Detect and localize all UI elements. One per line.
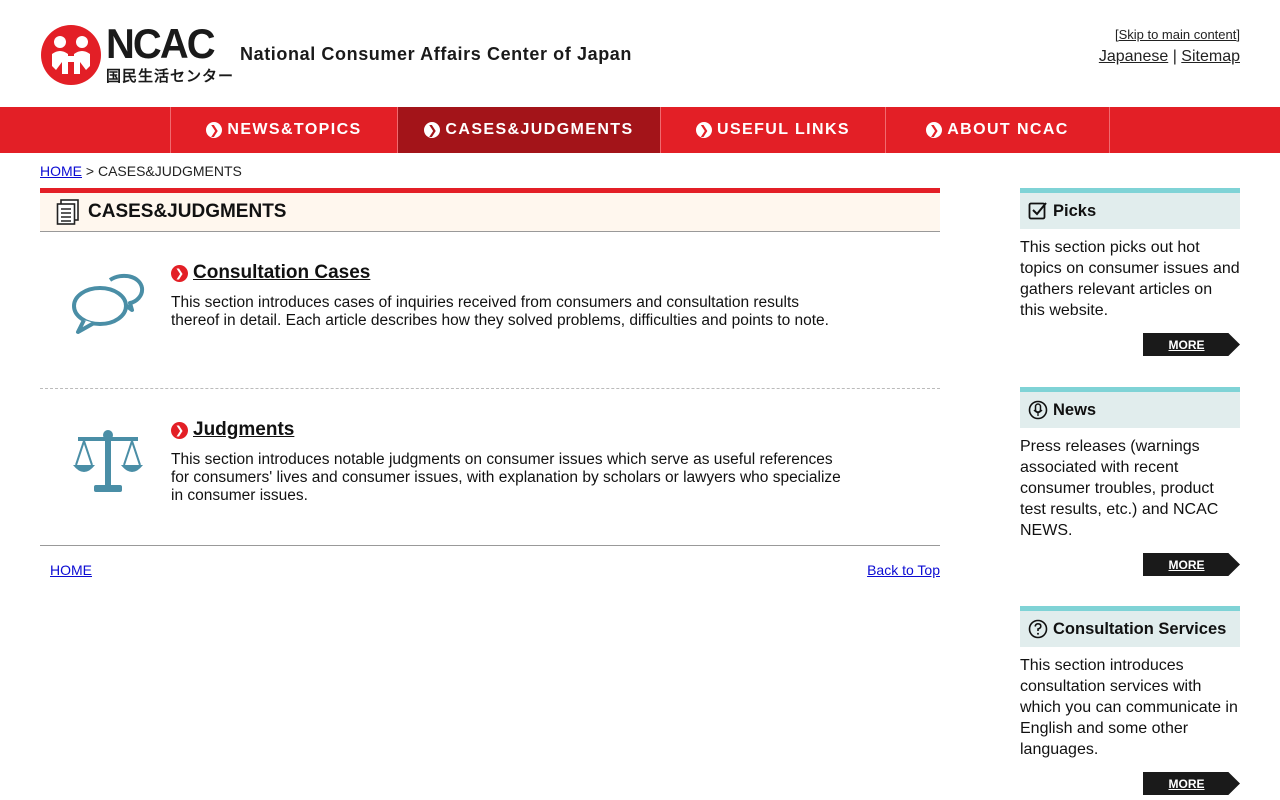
entry-title: ❯ Consultation Cases xyxy=(171,262,370,284)
skip-to-main-link[interactable]: Skip to main content xyxy=(1119,27,1237,42)
box-title: News xyxy=(1053,400,1097,419)
organization-name: National Consumer Affairs Center of Japa… xyxy=(240,44,632,64)
nav-label: ABOUT NCAC xyxy=(947,121,1069,138)
box-heading: Picks xyxy=(1020,188,1240,229)
chevron-right-icon: ❯ xyxy=(696,122,713,138)
site-logo[interactable]: NCAC 国民生活センター xyxy=(40,19,235,86)
header-link-separator: | xyxy=(1172,48,1177,65)
box-heading: Consultation Services xyxy=(1020,606,1240,647)
main-content: CASES&JUDGMENTS ❯ Consultation Cases Thi… xyxy=(40,188,940,585)
breadcrumb: HOME > CASES&JUDGMENTS xyxy=(40,163,242,179)
nav-cases-judgments[interactable]: ❯ CASES&JUDGMENTS xyxy=(398,107,661,153)
consultation-cases-link[interactable]: Consultation Cases xyxy=(193,262,370,284)
breadcrumb-home-link[interactable]: HOME xyxy=(40,163,82,179)
site-header: NCAC 国民生活センター National Consumer Affairs … xyxy=(0,0,1280,107)
entry-consultation-cases: ❯ Consultation Cases This section introd… xyxy=(40,232,940,389)
speech-bubbles-icon xyxy=(72,273,145,334)
chevron-right-icon: ❯ xyxy=(206,122,223,138)
chevron-right-icon: ❯ xyxy=(171,264,188,282)
global-nav: ❯ NEWS&TOPICS ❯ CASES&JUDGMENTS ❯ USEFUL… xyxy=(0,107,1280,153)
box-text: This section introduces consultation ser… xyxy=(1020,657,1238,758)
consultation-services-more-button[interactable]: MORE xyxy=(1143,772,1240,795)
nav-news-topics[interactable]: ❯ NEWS&TOPICS xyxy=(171,107,398,153)
chevron-right-icon: ❯ xyxy=(171,421,188,439)
sidebar-box-consultation-services: Consultation Services This section intro… xyxy=(1020,606,1240,795)
nav-label: USEFUL LINKS xyxy=(717,121,850,138)
nav-label: NEWS&TOPICS xyxy=(227,121,362,138)
checkbox-icon xyxy=(1028,202,1047,220)
breadcrumb-separator: > xyxy=(85,163,95,179)
page-heading-bar: CASES&JUDGMENTS xyxy=(40,188,940,232)
box-title: Picks xyxy=(1053,201,1097,220)
picks-more-button[interactable]: MORE xyxy=(1143,333,1240,356)
entry-judgments: ❯ Judgments This section introduces nota… xyxy=(40,389,940,545)
microphone-icon xyxy=(1028,400,1048,420)
breadcrumb-current: CASES&JUDGMENTS xyxy=(97,163,242,179)
skip-link-wrap: [Skip to main content] xyxy=(1114,27,1240,42)
scales-icon xyxy=(73,430,143,492)
box-heading: News xyxy=(1020,387,1240,428)
nav-label: CASES&JUDGMENTS xyxy=(445,121,634,138)
logo-japanese-name: 国民生活センター xyxy=(106,66,235,85)
main-footer: HOME Back to Top xyxy=(40,545,940,585)
back-to-top-link[interactable]: Back to Top xyxy=(867,562,940,578)
question-icon xyxy=(1028,619,1048,639)
sidebar-box-picks: Picks This section picks out hot topics … xyxy=(1020,188,1240,356)
nav-useful-links[interactable]: ❯ USEFUL LINKS xyxy=(661,107,886,153)
entry-description: This section introduces notable judgment… xyxy=(171,451,841,504)
sidebar: Picks This section picks out hot topics … xyxy=(1020,188,1240,795)
logo-wordmark: NCAC xyxy=(106,19,216,67)
box-title: Consultation Services xyxy=(1053,619,1227,638)
sitemap-link[interactable]: Sitemap xyxy=(1181,48,1240,65)
box-text: Press releases (warnings associated with… xyxy=(1020,438,1219,539)
ncac-logo-icon xyxy=(41,25,101,85)
chevron-right-icon: ❯ xyxy=(424,122,441,138)
entry-title: ❯ Judgments xyxy=(171,419,294,441)
japanese-link[interactable]: Japanese xyxy=(1099,48,1168,65)
box-text: This section picks out hot topics on con… xyxy=(1020,239,1240,319)
nav-about-ncac[interactable]: ❯ ABOUT NCAC xyxy=(886,107,1109,153)
news-more-button[interactable]: MORE xyxy=(1143,553,1240,576)
footer-home-link[interactable]: HOME xyxy=(50,562,92,578)
header-links: Japanese | Sitemap xyxy=(1099,48,1240,66)
document-icon xyxy=(56,199,79,225)
chevron-right-icon: ❯ xyxy=(926,122,943,138)
page-title: CASES&JUDGMENTS xyxy=(88,201,287,222)
judgments-link[interactable]: Judgments xyxy=(193,419,294,441)
sidebar-box-news: News Press releases (warnings associated… xyxy=(1020,387,1240,576)
entry-description: This section introduces cases of inquiri… xyxy=(171,294,829,329)
